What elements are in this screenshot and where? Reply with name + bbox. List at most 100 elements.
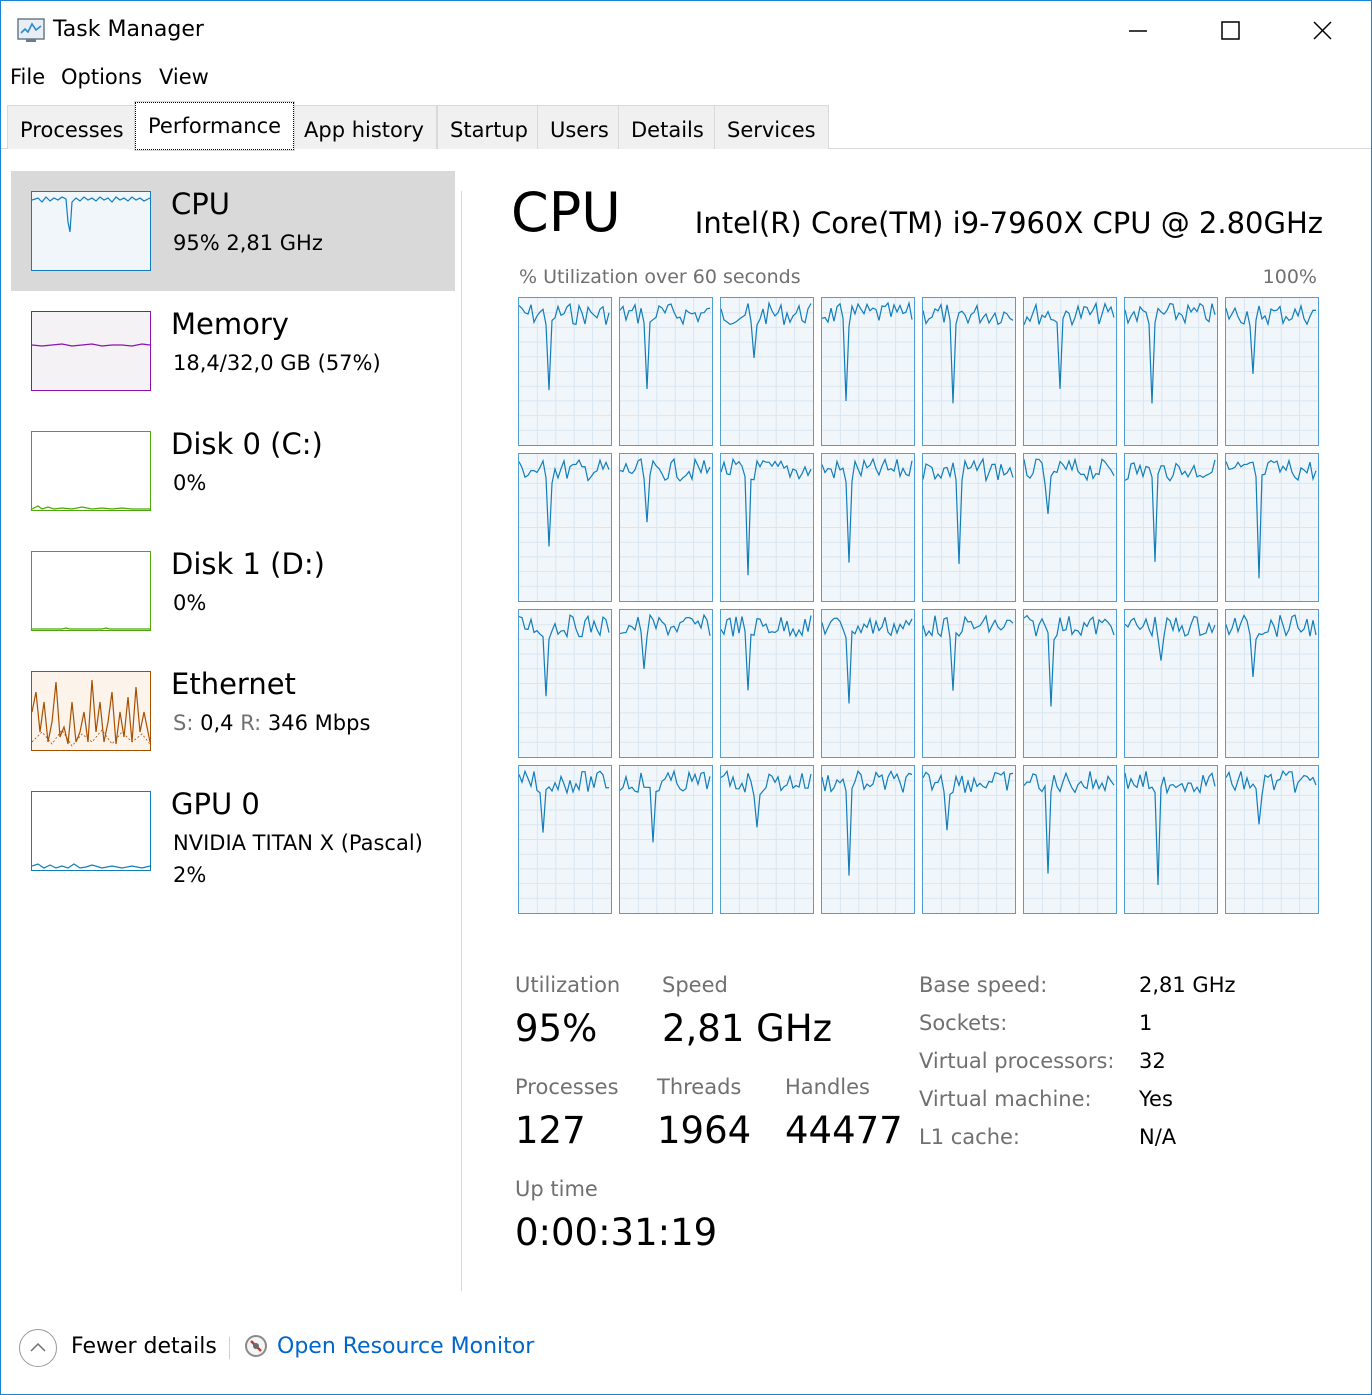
sidebar-gpu0-sub: NVIDIA TITAN X (Pascal) (173, 831, 423, 855)
logical-processor-graph (720, 297, 814, 446)
task-manager-window: Task Manager File Options View Processes… (0, 0, 1372, 1395)
sidebar-ethernet-sub: S: 0,4 R: 346 Mbps (173, 711, 370, 735)
logical-processor-graph (821, 609, 915, 758)
logical-processor-line (519, 454, 611, 601)
main-title: CPU (511, 181, 621, 244)
logical-processor-line (1024, 298, 1116, 445)
logical-processor-line (620, 766, 712, 913)
logical-processor-line (1024, 766, 1116, 913)
disk0-thumbnail-line (31, 505, 150, 510)
tab-strip: Processes Performance App history Startu… (1, 101, 1371, 151)
logical-processor-line (1125, 610, 1217, 757)
sidebar-gpu0-title: GPU 0 (171, 787, 260, 821)
logical-processor-line (1024, 610, 1116, 757)
tab-details[interactable]: Details (618, 105, 717, 149)
base-speed-label: Base speed: (919, 973, 1048, 997)
menu-file[interactable]: File (10, 65, 45, 89)
handles-value: 44477 (785, 1109, 903, 1152)
cpu-thumbnail-graph (31, 191, 151, 271)
disk1-thumbnail-line (32, 627, 150, 630)
menu-options[interactable]: Options (61, 65, 142, 89)
logical-processor-line (1226, 610, 1318, 757)
sidebar-cpu-title: CPU (171, 187, 230, 221)
footer-bar: Fewer details Open Resource Monitor (1, 1319, 1371, 1379)
logical-processor-line (822, 610, 914, 757)
ethernet-thumbnail-line (31, 679, 151, 747)
menu-view[interactable]: View (159, 65, 209, 89)
logical-processor-line (1226, 454, 1318, 601)
sockets-label: Sockets: (919, 1011, 1008, 1035)
logical-processor-graph (1023, 297, 1117, 446)
minimize-button[interactable] (1093, 1, 1185, 61)
processes-label: Processes (515, 1075, 619, 1099)
fewer-details-button[interactable] (19, 1329, 57, 1367)
logical-processor-graph (1023, 765, 1117, 914)
window-title: Task Manager (53, 17, 204, 42)
close-icon (1313, 21, 1332, 40)
logical-processor-graph (1023, 453, 1117, 602)
logical-processor-graph (720, 453, 814, 602)
maximize-button[interactable] (1185, 1, 1277, 61)
logical-processor-graph (922, 765, 1016, 914)
tab-services[interactable]: Services (714, 105, 829, 149)
handles-label: Handles (785, 1075, 870, 1099)
logical-processor-line (822, 766, 914, 913)
sidebar-disk0-sub: 0% (173, 471, 207, 495)
sidebar-item-cpu[interactable]: CPU 95% 2,81 GHz (11, 171, 455, 291)
open-resource-monitor-link[interactable]: Open Resource Monitor (277, 1334, 534, 1359)
logical-processor-line (923, 298, 1015, 445)
fewer-details-link[interactable]: Fewer details (71, 1334, 217, 1359)
logical-processor-graph (518, 765, 612, 914)
logical-processor-line (519, 610, 611, 757)
tab-app-history[interactable]: App history (291, 105, 437, 149)
logical-processor-graph (922, 609, 1016, 758)
logical-processor-line (1024, 454, 1116, 601)
disk0-thumbnail-graph (31, 431, 151, 511)
speed-label: Speed (662, 973, 728, 997)
logical-processor-line (1226, 766, 1318, 913)
logical-processor-line (923, 610, 1015, 757)
logical-processor-graph (922, 297, 1016, 446)
logical-processor-line (1226, 298, 1318, 445)
logical-processor-graph (518, 297, 612, 446)
tab-performance[interactable]: Performance (133, 101, 296, 151)
sidebar-disk1-sub: 0% (173, 591, 207, 615)
virtual-processors-value: 32 (1139, 1049, 1166, 1073)
sidebar-item-memory[interactable]: Memory 18,4/32,0 GB (57%) (11, 291, 455, 411)
sidebar-item-gpu0[interactable]: GPU 0 NVIDIA TITAN X (Pascal) 2% (11, 771, 455, 891)
gpu0-thumbnail-line (31, 863, 151, 869)
memory-thumbnail-graph (31, 311, 151, 391)
sidebar-item-ethernet[interactable]: Ethernet S: 0,4 R: 346 Mbps (11, 651, 455, 771)
base-speed-value: 2,81 GHz (1139, 973, 1236, 997)
close-button[interactable] (1277, 1, 1369, 61)
resource-monitor-icon (243, 1333, 269, 1359)
sockets-value: 1 (1139, 1011, 1153, 1035)
tab-users[interactable]: Users (537, 105, 622, 149)
sidebar-item-disk0[interactable]: Disk 0 (C:) 0% (11, 411, 455, 531)
logical-processor-graph (518, 453, 612, 602)
logical-processor-line (721, 610, 813, 757)
logical-processor-graph (1023, 609, 1117, 758)
ethernet-send-value: 0,4 (200, 711, 234, 735)
sidebar-memory-sub: 18,4/32,0 GB (57%) (173, 351, 381, 375)
threads-label: Threads (657, 1075, 742, 1099)
logical-processor-line (1125, 766, 1217, 913)
processes-value: 127 (515, 1109, 586, 1152)
ethernet-recv-value: 346 Mbps (267, 711, 371, 735)
logical-processor-graph (720, 609, 814, 758)
logical-processor-graph (619, 609, 713, 758)
chevron-up-icon (30, 1342, 46, 1352)
virtual-machine-value: Yes (1139, 1087, 1173, 1111)
sidebar-item-disk1[interactable]: Disk 1 (D:) 0% (11, 531, 455, 651)
graph-max-label: 100% (1262, 266, 1317, 288)
logical-processor-line (721, 454, 813, 601)
tab-processes[interactable]: Processes (7, 105, 137, 149)
tab-startup[interactable]: Startup (437, 105, 541, 149)
logical-processor-graph (821, 297, 915, 446)
gpu0-thumbnail-graph (31, 791, 151, 871)
logical-processor-line (923, 766, 1015, 913)
task-manager-app-icon (17, 17, 47, 45)
uptime-label: Up time (515, 1177, 598, 1201)
l1-cache-label: L1 cache: (919, 1125, 1021, 1149)
maximize-icon (1221, 21, 1240, 40)
